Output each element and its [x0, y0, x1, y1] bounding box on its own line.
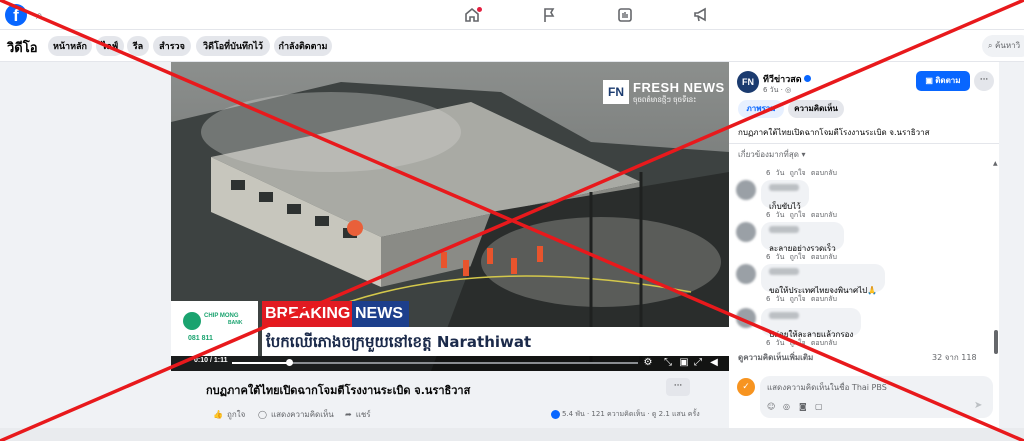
- progress-bar[interactable]: [232, 362, 638, 364]
- fullscreen-icon[interactable]: ⤢: [692, 357, 704, 369]
- flag-icon[interactable]: [540, 6, 558, 24]
- ticker-headline: បែកឈើភោងចក្រមួយនៅខេត្ត Narathiwat: [262, 327, 729, 356]
- share-icon: ➦: [345, 410, 352, 419]
- chip-home[interactable]: หน้าหลัก: [48, 36, 92, 56]
- comment-meta[interactable]: 6 วัน ถูกใจ ตอบกลับ: [766, 210, 837, 221]
- chip-saved[interactable]: วิดีโอที่บันทึกไว้: [196, 36, 270, 56]
- comment-button[interactable]: ◯ แสดงความคิดเห็น: [258, 408, 334, 421]
- commenter-name[interactable]: [769, 312, 799, 319]
- sponsor-name: CHIP MONG: [204, 313, 239, 319]
- comment-icon: ◯: [258, 410, 267, 419]
- commenter-avatar[interactable]: [736, 222, 756, 242]
- sponsor-logo-icon: [183, 312, 201, 330]
- chip-explore[interactable]: สำรวจ: [153, 36, 191, 56]
- post-stats[interactable]: 5.4 พัน · 121 ความคิดเห็น · ดู 2.1 แสน ค…: [551, 409, 700, 420]
- comment-placeholder: แสดงความคิดเห็นในชื่อ Thai PBS: [767, 383, 887, 392]
- comment-bubble: ปล่อยให้ละลายแล้วกรอง: [761, 308, 862, 339]
- commenter-avatar[interactable]: [736, 264, 756, 284]
- picture-in-picture-icon[interactable]: ▣: [678, 357, 690, 369]
- sponsor-phone: 081 811: [188, 335, 213, 342]
- comment-sort-dropdown[interactable]: เกี่ยวข้องมากที่สุด ▾: [738, 148, 805, 161]
- comment-bubble: ขอให้ประเทศไทยจงพินาศไป🙏: [761, 264, 886, 295]
- like-reaction-icon: [551, 410, 560, 419]
- megaphone-icon[interactable]: [692, 6, 710, 24]
- commenter-avatar[interactable]: [736, 308, 756, 328]
- sponsor-bank: BANK: [228, 320, 243, 326]
- camera-icon[interactable]: ◙: [799, 402, 807, 411]
- comment-meta[interactable]: 6 วัน ถูกใจ ตอบกลับ: [766, 294, 837, 305]
- post-more-button[interactable]: ···: [666, 378, 690, 396]
- video-title: กบฏภาคใต้ไทยเปิดฉากโจมตีโรงงานระเบิด จ.น…: [206, 384, 471, 397]
- follow-icon: ▣: [925, 76, 936, 85]
- comment-meta[interactable]: 6 วัน ถูกใจ ตอบกลับ: [766, 252, 837, 263]
- fresh-news-logo: FN: [603, 80, 629, 104]
- page-bottom: [0, 428, 1024, 441]
- video-search-input[interactable]: ⌕ ค้นหาวิ: [982, 35, 1024, 57]
- news-label: NEWS: [355, 305, 403, 322]
- composer-avatar[interactable]: ✓: [737, 378, 755, 396]
- scroll-up-arrow-icon[interactable]: ▲: [993, 160, 998, 167]
- mini-player-icon[interactable]: ⤡: [662, 357, 674, 369]
- commenter-avatar[interactable]: [736, 180, 756, 200]
- comment-meta[interactable]: 6 วัน ถูกใจ ตอบกลับ: [766, 338, 837, 349]
- chip-following[interactable]: กำลังติดตาม: [274, 36, 332, 56]
- page-avatar[interactable]: FN: [737, 71, 759, 93]
- panel-divider: [729, 143, 999, 144]
- progress-handle[interactable]: [285, 359, 293, 366]
- progress-fill: [232, 362, 289, 364]
- sponsor-box: [171, 301, 258, 356]
- marketplace-icon[interactable]: [616, 6, 634, 24]
- share-button[interactable]: ➦ แชร์: [345, 408, 371, 421]
- chip-live[interactable]: ไลฟ์: [96, 36, 124, 56]
- chip-reels[interactable]: รีล: [127, 36, 149, 56]
- breaking-label: BREAKING: [265, 305, 351, 322]
- view-more-comments-link[interactable]: ดูความคิดเห็นเพิ่มเติม: [738, 351, 813, 364]
- facebook-logo[interactable]: f: [5, 4, 27, 26]
- page-name[interactable]: ทีวีข่าวสด: [763, 72, 811, 86]
- like-icon: 👍: [213, 410, 223, 419]
- follow-button[interactable]: ▣ ติดตาม: [916, 71, 970, 91]
- top-bar: f ⌕: [0, 0, 1024, 30]
- comment-bubble: เก็บขับไว้: [761, 180, 809, 211]
- notification-dot: [477, 7, 482, 12]
- comments-scrollbar[interactable]: [994, 330, 998, 354]
- search-icon[interactable]: ⌕: [36, 8, 43, 23]
- emoji-icon[interactable]: ☺: [767, 402, 775, 411]
- video-time: 0:10 / 1:11: [194, 357, 228, 364]
- video-subnav: วิดีโอ หน้าหลัก ไลฟ์ รีล สำรวจ วิดีโอที่…: [0, 30, 1024, 62]
- send-icon[interactable]: ➤: [974, 400, 982, 411]
- commenter-name[interactable]: [769, 184, 799, 191]
- commenter-name[interactable]: [769, 226, 799, 233]
- commenter-name[interactable]: [769, 268, 799, 275]
- tab-comments[interactable]: ความคิดเห็น: [788, 100, 844, 118]
- section-title: วิดีโอ: [7, 40, 38, 55]
- post-time: 6 วัน · ◎: [763, 86, 792, 94]
- gif-icon[interactable]: ▢: [815, 402, 823, 411]
- settings-icon[interactable]: ⚙: [642, 357, 654, 369]
- fresh-news-name: FRESH NEWS: [633, 80, 725, 95]
- comment-bubble: ละลายอย่างรวดเร็ว: [761, 222, 844, 253]
- sticker-icon[interactable]: ◎: [783, 402, 790, 411]
- volume-icon[interactable]: ◀: [708, 357, 720, 369]
- verified-icon: [803, 75, 811, 82]
- tab-overview[interactable]: ภาพรวม: [738, 100, 784, 118]
- fresh-news-subtitle: ចុចពត៌មានថ្មីៗ ចុចទីនេះ: [633, 96, 697, 104]
- comment-count: 32 จาก 118: [932, 353, 977, 362]
- panel-more-button[interactable]: ···: [974, 71, 994, 91]
- comment-meta[interactable]: 6 วัน ถูกใจ ตอบกลับ: [766, 168, 837, 179]
- like-button[interactable]: 👍 ถูกใจ: [213, 408, 245, 421]
- post-caption: กบฏภาคใต้ไทยเปิดฉากโจมตีโรงงานระเบิด จ.น…: [738, 128, 930, 137]
